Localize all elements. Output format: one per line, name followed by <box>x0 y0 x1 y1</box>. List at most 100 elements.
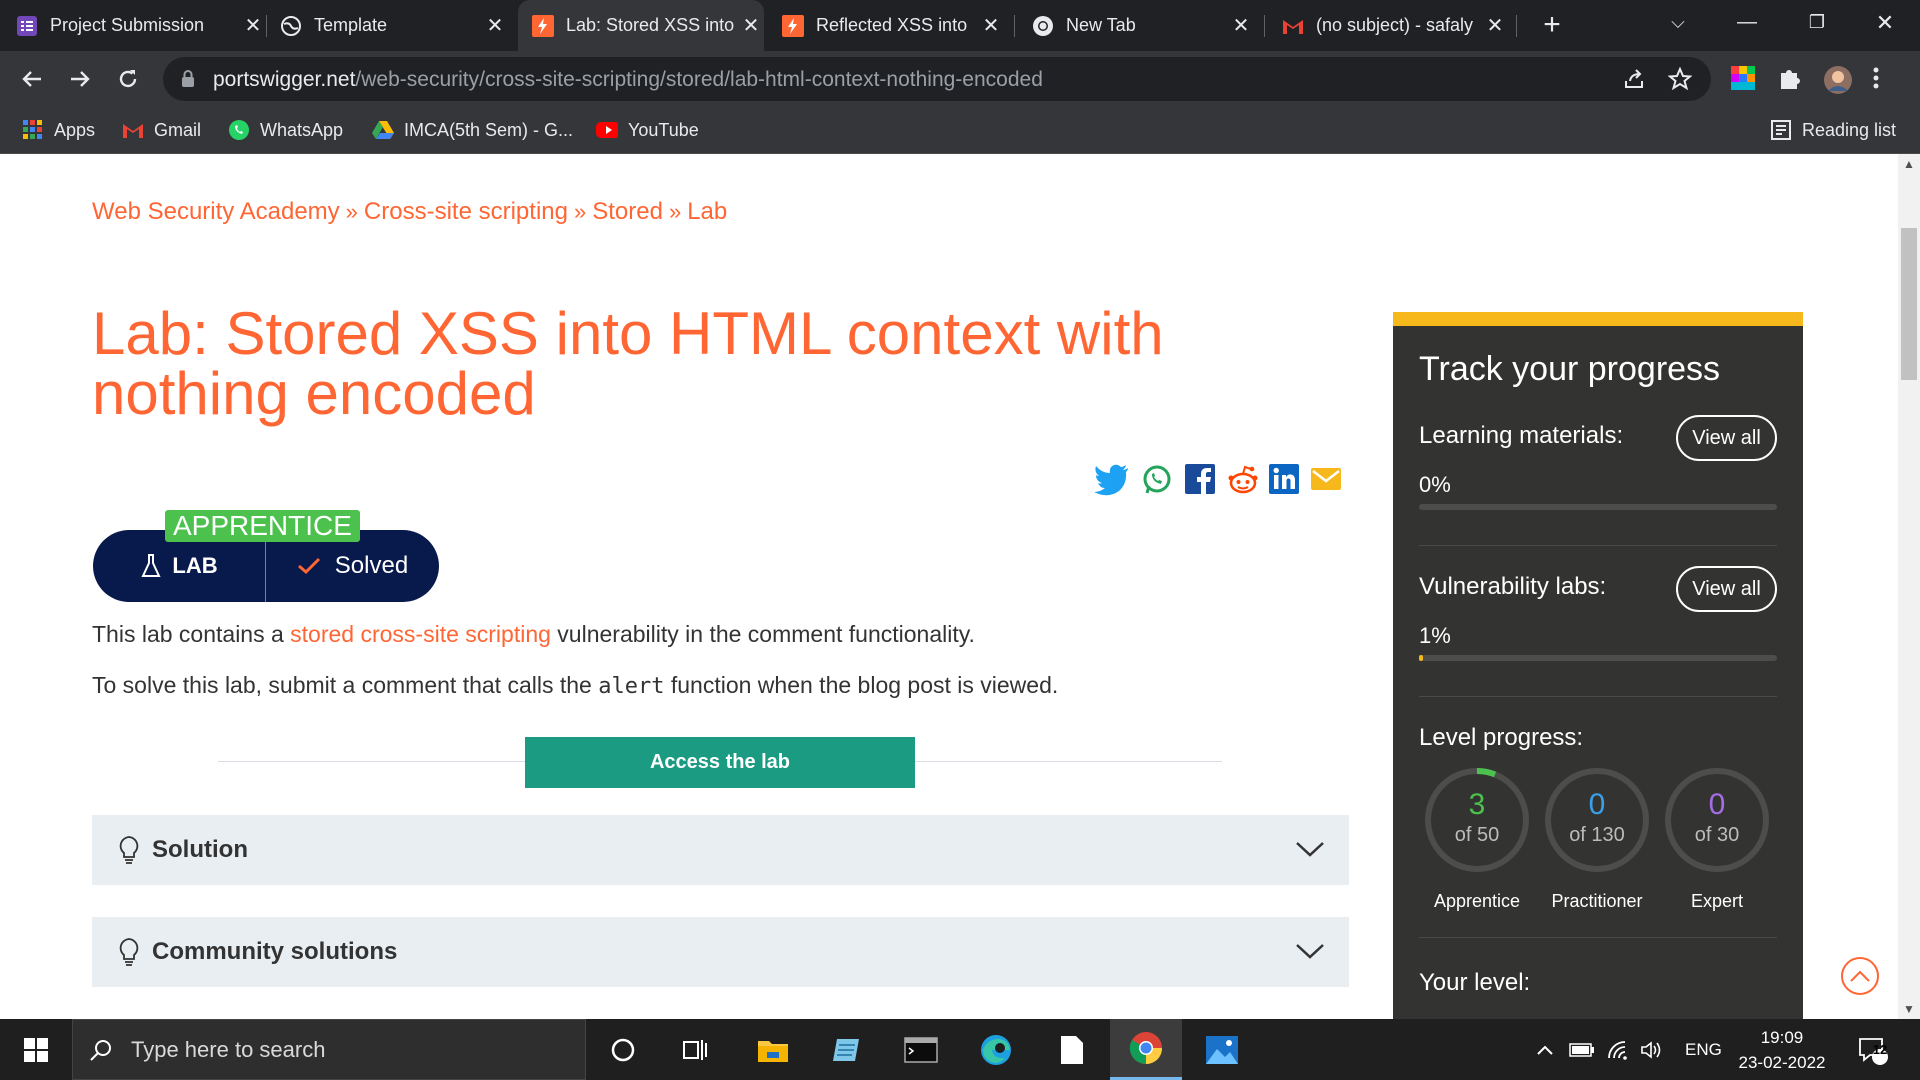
reading-list-button[interactable]: Reading list <box>1770 107 1896 153</box>
reload-button[interactable] <box>112 63 144 95</box>
extension-color-icon[interactable] <box>1730 65 1758 93</box>
tab-template[interactable]: Template ✕ <box>280 0 508 51</box>
vuln-view-all-button[interactable]: View all <box>1676 566 1777 612</box>
lab-description: This lab contains a stored cross-site sc… <box>92 621 975 648</box>
tab-project-submission[interactable]: Project Submission ✕ <box>16 0 266 51</box>
cortana-button[interactable] <box>587 1019 659 1080</box>
battery-icon[interactable] <box>1569 1019 1595 1080</box>
chevron-down-icon <box>1296 944 1324 959</box>
facebook-icon[interactable] <box>1185 464 1217 496</box>
address-bar[interactable]: portswigger.net/web-security/cross-site-… <box>163 57 1711 101</box>
wifi-icon[interactable] <box>1607 1019 1631 1080</box>
practitioner-label: Practitioner <box>1551 891 1643 911</box>
lab-label-text: LAB <box>172 553 218 578</box>
blank-file-app-button[interactable] <box>1036 1019 1108 1080</box>
breadcrumb-separator: » <box>345 199 358 224</box>
restore-button[interactable]: ❐ <box>1787 0 1847 45</box>
bookmark-label: Apps <box>54 119 96 140</box>
scroll-down-arrow[interactable]: ▼ <box>1898 999 1920 1019</box>
back-button[interactable] <box>16 63 48 95</box>
close-tab-icon[interactable]: ✕ <box>1228 13 1254 38</box>
taskbar-search-box[interactable]: Type here to search <box>72 1019 586 1080</box>
profile-avatar[interactable] <box>1823 65 1852 94</box>
tray-overflow-icon[interactable] <box>1536 1019 1554 1080</box>
new-tab-button[interactable]: + <box>1535 8 1569 42</box>
learning-percent: 0% <box>1419 472 1451 497</box>
bookmark-youtube[interactable]: YouTube <box>596 107 699 153</box>
scroll-up-arrow[interactable]: ▲ <box>1898 154 1920 174</box>
community-solutions-accordion[interactable]: Community solutions <box>92 917 1349 987</box>
bookmark-imca[interactable]: IMCA(5th Sem) - G... <box>372 107 573 153</box>
breadcrumb-xss[interactable]: Cross-site scripting <box>364 198 568 225</box>
search-icon <box>90 1039 111 1061</box>
bookmark-gmail[interactable]: Gmail <box>122 107 201 153</box>
forward-button[interactable] <box>64 63 96 95</box>
access-lab-button[interactable]: Access the lab <box>525 737 915 788</box>
breadcrumb-lab[interactable]: Lab <box>687 198 727 225</box>
bookmark-label: IMCA(5th Sem) - G... <box>404 119 574 140</box>
scroll-to-top-button[interactable] <box>1841 957 1879 995</box>
expert-ring: 0 of 30 <box>1663 766 1771 874</box>
tab-title: (no subject) - safaly <box>1316 15 1474 35</box>
bookmark-whatsapp[interactable]: WhatsApp <box>228 107 343 153</box>
tab-lab-stored-xss[interactable]: Lab: Stored XSS into ✕ <box>518 0 764 51</box>
lock-icon[interactable] <box>180 69 196 94</box>
minimize-button[interactable]: — <box>1717 0 1777 45</box>
close-tab-icon[interactable]: ✕ <box>240 13 266 38</box>
apps-grid-icon <box>22 119 44 141</box>
learning-view-all-button[interactable]: View all <box>1676 415 1777 461</box>
reddit-icon[interactable] <box>1227 464 1259 496</box>
terminal-icon <box>904 1036 938 1063</box>
file-explorer-button[interactable] <box>737 1019 809 1080</box>
learning-progress-bar <box>1419 504 1777 510</box>
language-indicator[interactable]: ENG <box>1685 1019 1722 1080</box>
notepad-app-button[interactable] <box>811 1019 883 1080</box>
accordion-label: Solution <box>152 836 248 863</box>
kebab-menu-icon[interactable] <box>1872 65 1888 93</box>
expert-total: of 30 <box>1694 824 1740 846</box>
chrome-app-button[interactable] <box>1110 1019 1182 1080</box>
edge-app-button[interactable] <box>960 1019 1032 1080</box>
whatsapp-share-icon[interactable] <box>1141 464 1173 496</box>
share-icon[interactable] <box>1622 67 1646 91</box>
stored-xss-link[interactable]: stored cross-site scripting <box>290 621 551 647</box>
close-tab-icon[interactable]: ✕ <box>482 13 508 38</box>
breadcrumb-separator: » <box>668 199 682 224</box>
solution-accordion[interactable]: Solution <box>92 815 1349 885</box>
task-view-button[interactable] <box>659 1019 731 1080</box>
your-level-label: Your level: <box>1419 969 1531 996</box>
notification-count: 12 <box>1872 1042 1888 1057</box>
windows-taskbar: Type here to search ENG 19:09 23-02-2022 <box>0 1019 1920 1080</box>
tab-reflected-xss[interactable]: Reflected XSS into ✕ <box>782 0 1004 51</box>
twitter-icon[interactable] <box>1094 464 1128 496</box>
page-title: Lab: Stored XSS into HTML context with n… <box>92 304 1212 424</box>
apprentice-ring: 3 of 50 <box>1423 766 1531 874</box>
apprentice-done: 3 <box>1468 788 1486 821</box>
breadcrumb-stored[interactable]: Stored <box>592 198 663 225</box>
tab-gmail[interactable]: (no subject) - safaly ✕ <box>1282 0 1508 51</box>
close-tab-icon[interactable]: ✕ <box>1482 13 1508 38</box>
terminal-app-button[interactable] <box>885 1019 957 1080</box>
notifications-button[interactable]: 12 <box>1858 1019 1888 1080</box>
start-button[interactable] <box>0 1019 72 1080</box>
tab-search-icon[interactable]: ⌵ <box>1648 0 1708 45</box>
close-tab-icon[interactable]: ✕ <box>738 13 764 38</box>
page-scrollbar[interactable]: ▲ ▼ <box>1898 154 1920 1019</box>
tab-new-tab[interactable]: New Tab ✕ <box>1032 0 1254 51</box>
photos-app-button[interactable] <box>1186 1019 1258 1080</box>
arrow-left-icon <box>22 71 41 87</box>
bookmark-apps[interactable]: Apps <box>22 107 95 153</box>
extensions-puzzle-icon[interactable] <box>1777 65 1805 93</box>
volume-icon[interactable] <box>1640 1019 1664 1080</box>
taskbar-clock[interactable]: 19:09 23-02-2022 <box>1718 1025 1846 1075</box>
close-window-button[interactable]: ✕ <box>1855 0 1915 45</box>
flask-icon <box>141 554 161 577</box>
email-icon[interactable] <box>1311 464 1343 496</box>
linkedin-icon[interactable] <box>1269 464 1301 496</box>
breadcrumb-academy[interactable]: Web Security Academy <box>92 198 340 225</box>
close-tab-icon[interactable]: ✕ <box>978 13 1004 38</box>
bookmark-star-icon[interactable] <box>1667 66 1693 91</box>
status-text: Solved <box>334 552 409 579</box>
forms-icon <box>16 15 38 37</box>
scroll-thumb[interactable] <box>1901 228 1917 380</box>
